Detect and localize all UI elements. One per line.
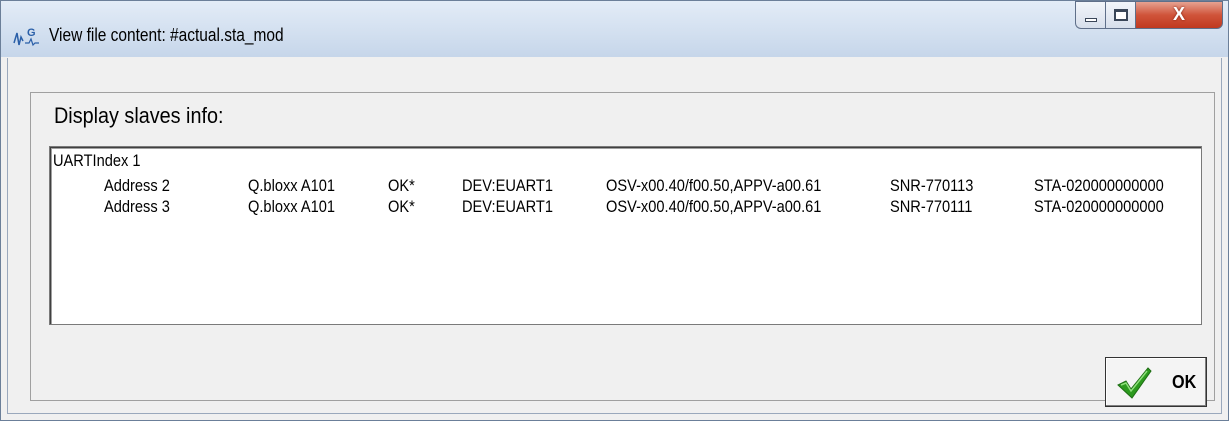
file-content-textbox[interactable]: UARTIndex 1 Address 2 Q.bloxx A101 OK* D… — [49, 146, 1202, 325]
row-serial: SNR-770111 — [890, 197, 973, 216]
row-dev: DEV:EUART1 — [462, 197, 553, 216]
panel-heading: Display slaves info: — [54, 103, 224, 128]
ok-button-label: OK — [1172, 372, 1197, 392]
maximize-icon — [1114, 9, 1128, 21]
minimize-icon — [1085, 18, 1097, 22]
row-sta: STA-020000000000 — [1034, 197, 1164, 216]
row-version: OSV-x00.40/f00.50,APPV-a00.61 — [606, 176, 822, 195]
maximize-button[interactable] — [1105, 1, 1135, 29]
row-sta: STA-020000000000 — [1034, 176, 1164, 195]
window-title: View file content: #actual.sta_mod — [49, 25, 284, 45]
row-address: Address 3 — [104, 197, 170, 216]
title-bar[interactable]: G View file content: #actual.sta_mod X — [1, 1, 1228, 57]
uart-index-label: UARTIndex 1 — [53, 151, 141, 170]
app-waveform-icon: G — [13, 27, 39, 47]
row-serial: SNR-770113 — [890, 176, 974, 195]
row-status: OK* — [388, 176, 415, 195]
svg-text:G: G — [27, 27, 36, 39]
row-address: Address 2 — [104, 176, 170, 195]
ok-button[interactable]: OK — [1105, 357, 1207, 407]
row-status: OK* — [388, 197, 415, 216]
row-device: Q.bloxx A101 — [248, 176, 335, 195]
row-dev: DEV:EUART1 — [462, 176, 553, 195]
close-button[interactable]: X — [1135, 1, 1223, 29]
dialog-window: G View file content: #actual.sta_mod X D… — [0, 0, 1229, 421]
close-icon: X — [1172, 4, 1185, 24]
row-device: Q.bloxx A101 — [248, 197, 335, 216]
minimize-button[interactable] — [1075, 1, 1105, 29]
checkmark-icon — [1117, 367, 1152, 399]
row-version: OSV-x00.40/f00.50,APPV-a00.61 — [606, 197, 822, 216]
